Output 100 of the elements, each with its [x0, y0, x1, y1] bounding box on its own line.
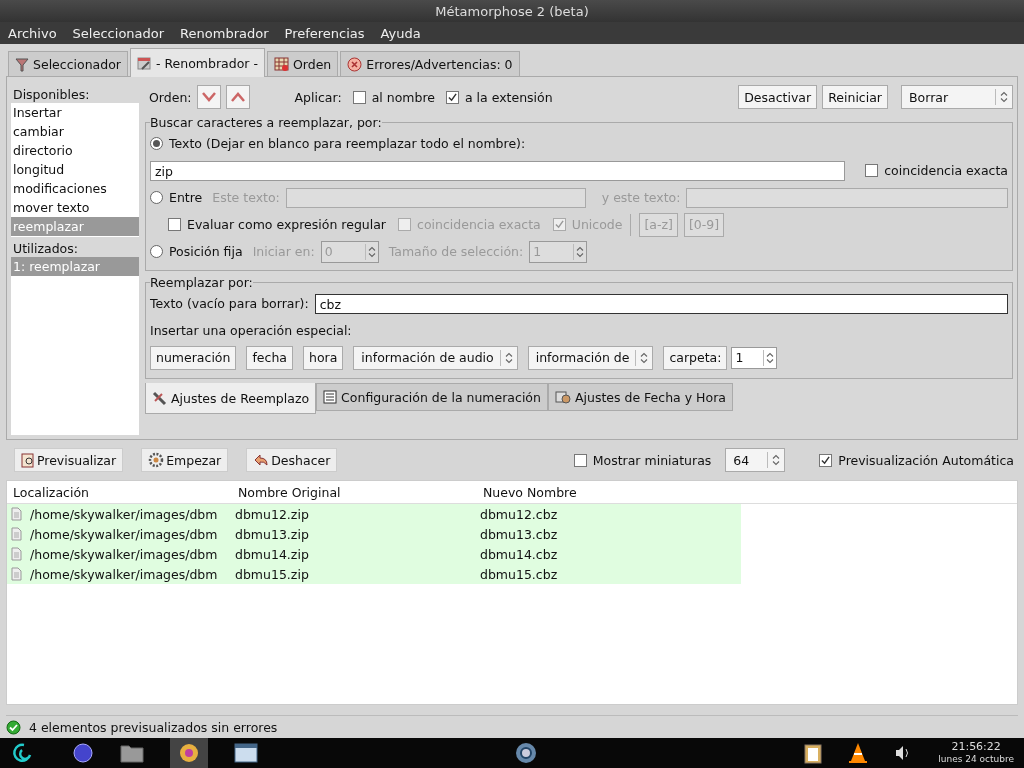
undo-icon	[253, 453, 270, 467]
order-label: Orden:	[149, 89, 192, 105]
file-icon	[11, 567, 22, 581]
status-text: 4 elementos previsualizados sin errores	[29, 719, 278, 735]
tab[interactable]: - Renombrador -	[129, 48, 265, 77]
list-item[interactable]: directorio	[11, 141, 139, 160]
up-down-arrows-icon[interactable]	[766, 350, 775, 365]
field-label: Este texto:	[212, 190, 280, 205]
checkbox-label: Mostrar miniaturas	[592, 452, 712, 468]
field-label: Texto (vacío para borrar):	[150, 296, 309, 311]
tab[interactable]: Ajustes de Fecha y Hora	[547, 383, 733, 411]
table-cell-text: /home/skywalker/images/dbm	[30, 506, 219, 522]
move-down-button[interactable]	[196, 85, 221, 109]
checkbox[interactable]	[168, 218, 181, 231]
tab[interactable]: Orden	[266, 51, 339, 76]
table-icon	[273, 56, 289, 72]
list-item[interactable]: cambiar	[11, 122, 139, 141]
menu-item[interactable]: Seleccionador	[72, 25, 165, 41]
list-item[interactable]: Insertar	[11, 103, 139, 122]
checkbox[interactable]	[865, 164, 879, 177]
up-down-arrows-icon[interactable]	[772, 454, 781, 466]
clock-date: lunes 24 octubre	[938, 753, 1014, 765]
operation-button[interactable]: numeración	[150, 345, 237, 370]
clipboard-icon[interactable]	[804, 742, 823, 764]
swirl-icon[interactable]	[10, 741, 34, 765]
up-down-arrows-icon[interactable]	[576, 244, 585, 259]
tab[interactable]: Seleccionador	[8, 51, 128, 76]
radio-label: Entre	[169, 190, 203, 205]
input-field[interactable]	[285, 187, 586, 208]
search-text-field[interactable]: zip	[150, 160, 846, 181]
checkbox[interactable]	[819, 453, 833, 467]
thumbnail-size-select[interactable]: 64	[725, 448, 786, 472]
window-icon[interactable]	[234, 743, 258, 763]
mode-select[interactable]: Borrar	[901, 85, 1013, 109]
operation-button[interactable]: hora	[303, 345, 344, 370]
column-header[interactable]: Localización	[13, 484, 238, 500]
menu-item[interactable]: Ayuda	[380, 25, 421, 41]
section-label: Insertar una operación especial:	[150, 323, 352, 338]
list-item[interactable]: longitud	[11, 160, 139, 179]
table-cell: dbmu13.cbz	[480, 526, 558, 542]
up-down-arrows-icon[interactable]	[367, 244, 376, 259]
funnel-icon	[15, 56, 29, 72]
field-label: y este texto:	[601, 190, 681, 205]
folder-spinbox[interactable]: 1	[731, 346, 778, 369]
folder-icon[interactable]	[120, 743, 144, 763]
table-cell: dbmu15.cbz	[480, 566, 558, 582]
calendar-icon	[554, 390, 571, 404]
menu-item[interactable]: Archivo	[8, 25, 57, 41]
operation-select[interactable]: información de	[527, 345, 654, 370]
radio-button[interactable]	[150, 137, 163, 150]
checkbox-label: coincidencia exacta	[417, 217, 541, 232]
success-icon	[6, 719, 21, 735]
table-cell: dbmu14.cbz	[480, 546, 558, 562]
file-icon	[11, 547, 22, 561]
clock-time: 21:56:22	[951, 741, 1001, 753]
table-cell-text: dbmu12.zip	[235, 506, 310, 522]
checkbox[interactable]	[573, 453, 587, 467]
action-button[interactable]: Deshacer	[246, 448, 338, 472]
move-up-button[interactable]	[225, 85, 250, 109]
error-icon	[347, 56, 363, 72]
list-item[interactable]: mover texto	[11, 198, 139, 217]
list-item[interactable]: modificaciones	[11, 179, 139, 198]
action-button[interactable]: Reiniciar	[822, 85, 888, 109]
action-button[interactable]: Previsualizar	[14, 448, 124, 472]
file-icon	[11, 527, 22, 541]
checkbox-label: Evaluar como expresión regular	[187, 217, 386, 232]
input-field[interactable]	[686, 187, 1008, 208]
checkbox[interactable]	[352, 90, 366, 104]
flower-icon[interactable]	[178, 742, 200, 764]
up-down-arrows-icon[interactable]	[504, 351, 513, 364]
tab[interactable]: Errores/Advertencias: 0	[340, 51, 520, 76]
radio-button[interactable]	[150, 245, 163, 258]
checkbox-label: Unicode	[571, 217, 623, 232]
field-label: Tamaño de selección:	[388, 244, 524, 259]
up-down-arrows-icon[interactable]	[640, 351, 649, 364]
checkbox[interactable]	[446, 90, 459, 104]
table-cell-text: /home/skywalker/images/dbm	[30, 526, 219, 542]
radio-button[interactable]	[150, 191, 163, 204]
checkbox-label: Previsualización Automática	[838, 452, 1014, 468]
globe-icon[interactable]	[72, 742, 94, 764]
up-down-arrows-icon[interactable]	[1000, 91, 1008, 103]
menu-item[interactable]: Preferencias	[284, 25, 365, 41]
operation-button[interactable]: fecha	[246, 345, 293, 370]
group-title: Buscar caracteres a reemplazar, por:	[150, 115, 382, 130]
pencil-icon	[136, 55, 152, 71]
action-button[interactable]: Desactivar	[738, 85, 818, 109]
action-button[interactable]: Empezar	[141, 448, 229, 472]
operation-select[interactable]: información de audio	[353, 345, 518, 370]
browser-icon[interactable]	[514, 741, 538, 765]
group-title: Reemplazar por:	[150, 275, 253, 290]
tab[interactable]: Ajustes de Reemplazo	[145, 383, 317, 414]
traffic-cone-icon[interactable]	[848, 742, 869, 764]
tab[interactable]: Configuración de la numeración	[316, 383, 548, 411]
checkbox-label: a la extensión	[465, 89, 553, 105]
replace-text-field[interactable]: cbz	[314, 293, 1008, 314]
column-header[interactable]: Nombre Original	[238, 484, 483, 500]
list-label: Utilizados:	[12, 240, 79, 257]
operation-button[interactable]: carpeta:	[663, 345, 728, 370]
menu-item[interactable]: Renombrador	[180, 25, 269, 41]
column-header[interactable]: Nuevo Nombre	[483, 484, 577, 500]
